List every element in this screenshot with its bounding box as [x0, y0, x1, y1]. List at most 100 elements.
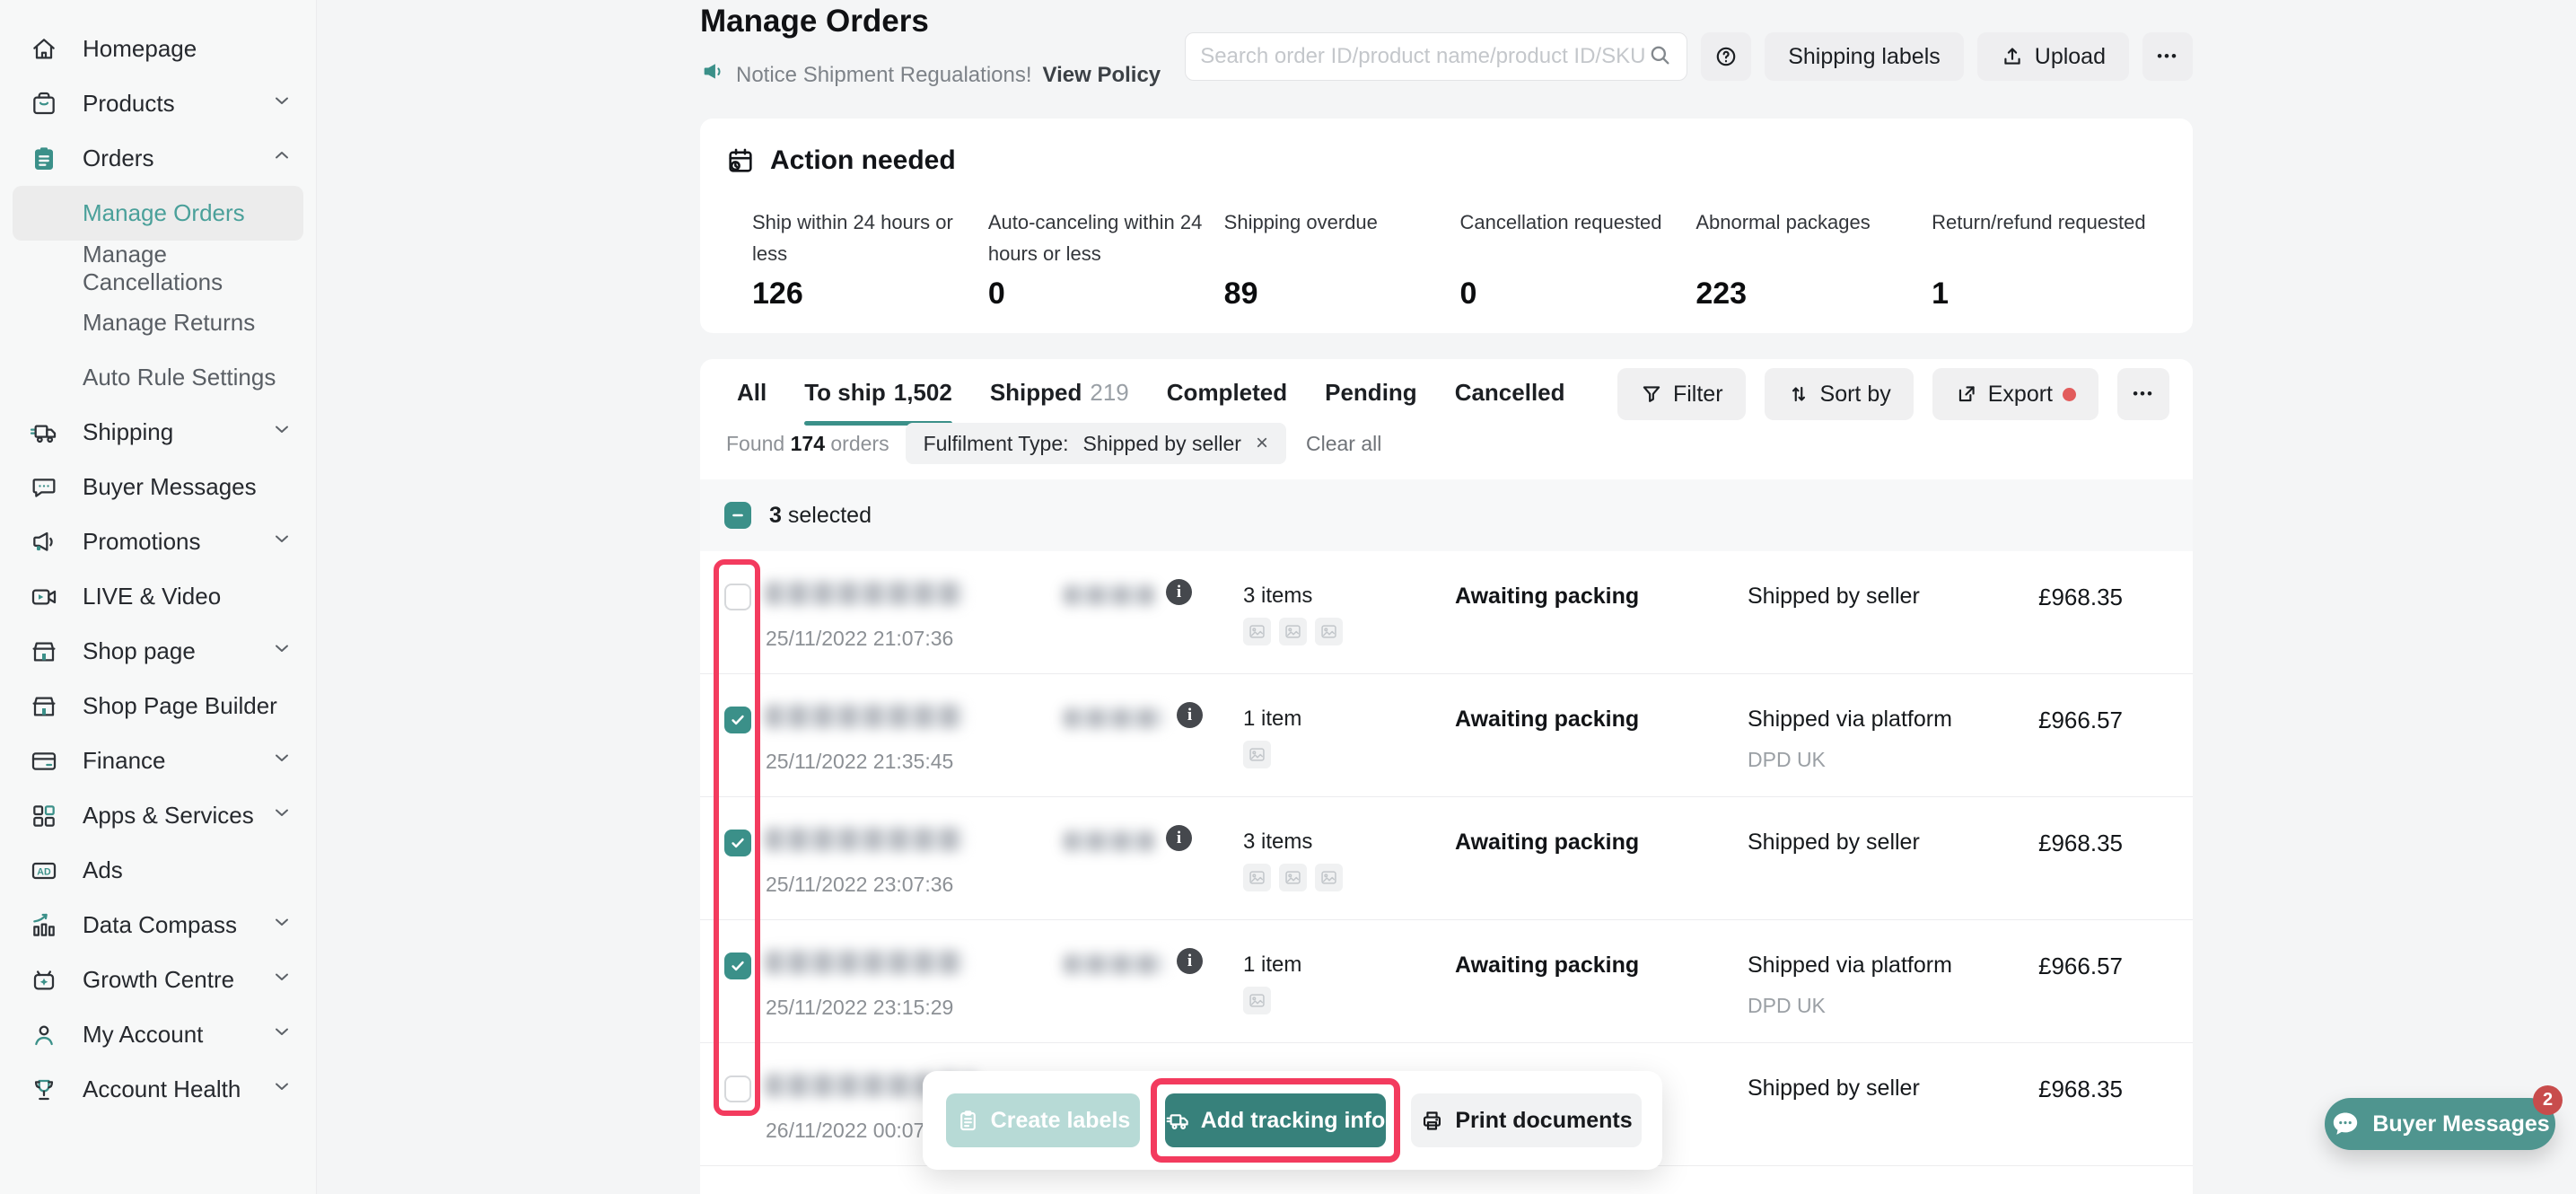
sidebar-item-shop-page[interactable]: Shop page [0, 624, 316, 679]
calendar-clock-icon [725, 145, 756, 176]
row-checkbox[interactable] [724, 953, 751, 979]
tab-cancelled[interactable]: Cancelled [1455, 359, 1565, 426]
order-date: 25/11/2022 21:07:36 [766, 627, 953, 651]
sidebar-item-my-account[interactable]: My Account [0, 1007, 316, 1062]
print-documents-button[interactable]: Print documents [1411, 1093, 1642, 1147]
clear-all-link[interactable]: Clear all [1306, 432, 1381, 456]
select-all-checkbox[interactable] [724, 502, 751, 529]
product-thumb-icon[interactable] [1279, 618, 1307, 645]
tab-pending[interactable]: Pending [1325, 359, 1417, 426]
orders-icon [29, 144, 59, 174]
product-thumb-icon[interactable] [1243, 618, 1271, 645]
sidebar-item-shop-page-builder[interactable]: Shop Page Builder [0, 679, 316, 733]
info-icon[interactable]: i [1166, 825, 1192, 851]
info-icon[interactable]: i [1177, 948, 1203, 974]
search-box[interactable] [1185, 32, 1687, 81]
stat-cancellation-requested[interactable]: Cancellation requested 0 [1459, 206, 1695, 312]
sidebar-item-promotions[interactable]: Promotions [0, 514, 316, 569]
order-status: Awaiting packing [1455, 707, 1639, 733]
chevron-down-icon [271, 911, 293, 939]
ads-icon: AD [29, 856, 59, 886]
chevron-down-icon [271, 528, 293, 556]
sidebar-item-shipping[interactable]: Shipping [0, 405, 316, 460]
row-checkbox[interactable] [724, 830, 751, 856]
sidebar-item-account-health[interactable]: Account Health [0, 1062, 316, 1117]
chevron-down-icon [271, 90, 293, 118]
shipping-labels-button[interactable]: Shipping labels [1765, 32, 1964, 81]
bank-card-icon [29, 746, 59, 777]
fulfilment-type-chip[interactable]: Fulfilment Type: Shipped by seller × [906, 423, 1286, 464]
sidebar-item-apps-services[interactable]: Apps & Services [0, 788, 316, 843]
chevron-down-icon [271, 747, 293, 775]
order-row-4[interactable]: 25/11/2022 23:15:29 i 1 item Awaiting pa… [700, 920, 2193, 1043]
order-total: £968.35 [2038, 1075, 2123, 1103]
items-count: 3 items [1243, 584, 1312, 609]
storefront-builder-icon [29, 691, 59, 722]
items-count: 3 items [1243, 830, 1312, 855]
header-more-button[interactable]: ••• [2142, 32, 2193, 81]
product-thumb-icon[interactable] [1315, 618, 1343, 645]
help-button[interactable] [1701, 32, 1751, 81]
buyer-messages-button[interactable]: Buyer Messages 2 [2325, 1098, 2555, 1150]
tab-all[interactable]: All [737, 359, 767, 426]
create-labels-button[interactable]: Create labels [946, 1093, 1140, 1147]
tab-completed[interactable]: Completed [1167, 359, 1287, 426]
order-row-3[interactable]: 25/11/2022 23:07:36 i 3 items Awaiting p… [700, 797, 2193, 920]
search-input[interactable] [1200, 44, 1647, 69]
info-icon[interactable]: i [1177, 702, 1203, 728]
svg-text:AD: AD [37, 866, 51, 877]
sidebar-item-auto-rule-settings[interactable]: Auto Rule Settings [13, 350, 303, 405]
sidebar-item-finance[interactable]: Finance [0, 733, 316, 788]
view-policy-link[interactable]: View Policy [1043, 63, 1161, 88]
sidebar-item-manage-returns[interactable]: Manage Returns [13, 295, 303, 350]
sidebar-item-growth-centre[interactable]: Growth Centre [0, 953, 316, 1007]
sidebar-item-manage-cancellations[interactable]: Manage Cancellations [13, 241, 303, 295]
product-thumb-icon[interactable] [1243, 864, 1271, 891]
growth-tv-icon [29, 965, 59, 996]
product-thumb-icon[interactable] [1279, 864, 1307, 891]
order-date: 25/11/2022 23:15:29 [766, 996, 953, 1020]
sidebar-item-ads[interactable]: AD Ads [0, 843, 316, 898]
chip-close-icon[interactable]: × [1256, 431, 1268, 456]
order-row-2[interactable]: 25/11/2022 21:35:45 i 1 item Awaiting pa… [700, 674, 2193, 797]
buyer-name-redacted [1064, 708, 1164, 728]
sidebar-item-products[interactable]: Products [0, 76, 316, 131]
row-checkbox[interactable] [724, 707, 751, 733]
product-thumb-icon[interactable] [1243, 741, 1271, 768]
sidebar-item-orders[interactable]: Orders [0, 131, 316, 186]
product-thumb-icon[interactable] [1315, 864, 1343, 891]
stat-auto-canceling[interactable]: Auto-canceling within 24 hours or less 0 [988, 206, 1224, 312]
found-orders-text: Found 174 orders [726, 432, 889, 456]
product-thumb-icon[interactable] [1243, 987, 1271, 1014]
sidebar-item-manage-orders[interactable]: Manage Orders [13, 186, 303, 241]
stat-shipping-overdue[interactable]: Shipping overdue 89 [1224, 206, 1460, 312]
product-thumbnails [1243, 741, 1271, 768]
add-tracking-info-button[interactable]: Add tracking info [1165, 1093, 1386, 1147]
export-button[interactable]: Export [1932, 368, 2098, 420]
stat-ship-within-24h[interactable]: Ship within 24 hours or less 126 [752, 206, 988, 312]
sidebar-item-data-compass[interactable]: Data Compass [0, 898, 316, 953]
upload-button[interactable]: Upload [1977, 32, 2129, 81]
sidebar-item-homepage[interactable]: Homepage [0, 22, 316, 76]
info-icon[interactable]: i [1166, 579, 1192, 605]
fulfillment-type: Shipped by seller [1748, 830, 1920, 856]
stat-return-refund[interactable]: Return/refund requested 1 [1932, 206, 2168, 312]
sidebar-item-live-video[interactable]: LIVE & Video [0, 569, 316, 624]
main-content: Manage Orders Notice Shipment Regualatio… [317, 0, 2576, 1194]
tab-to-ship[interactable]: To ship1,502 [804, 359, 952, 426]
tab-shipped[interactable]: Shipped219 [990, 359, 1129, 426]
stat-abnormal-packages[interactable]: Abnormal packages 223 [1695, 206, 1932, 312]
toolbar-more-button[interactable]: ••• [2117, 368, 2169, 420]
order-row-1[interactable]: 25/11/2022 21:07:36 i 3 items Awaiting p… [700, 551, 2193, 674]
sidebar-item-buyer-messages[interactable]: Buyer Messages [0, 460, 316, 514]
sort-by-button[interactable]: Sort by [1765, 368, 1914, 420]
row-checkbox[interactable] [724, 584, 751, 610]
unread-badge: 2 [2533, 1085, 2563, 1115]
items-count: 1 item [1243, 953, 1301, 978]
row-checkbox[interactable] [724, 1075, 751, 1102]
search-icon[interactable] [1647, 42, 1672, 72]
video-camera-icon [29, 582, 59, 612]
analytics-bars-icon [29, 910, 59, 941]
product-thumbnails [1243, 618, 1343, 645]
filter-button[interactable]: Filter [1617, 368, 1746, 420]
